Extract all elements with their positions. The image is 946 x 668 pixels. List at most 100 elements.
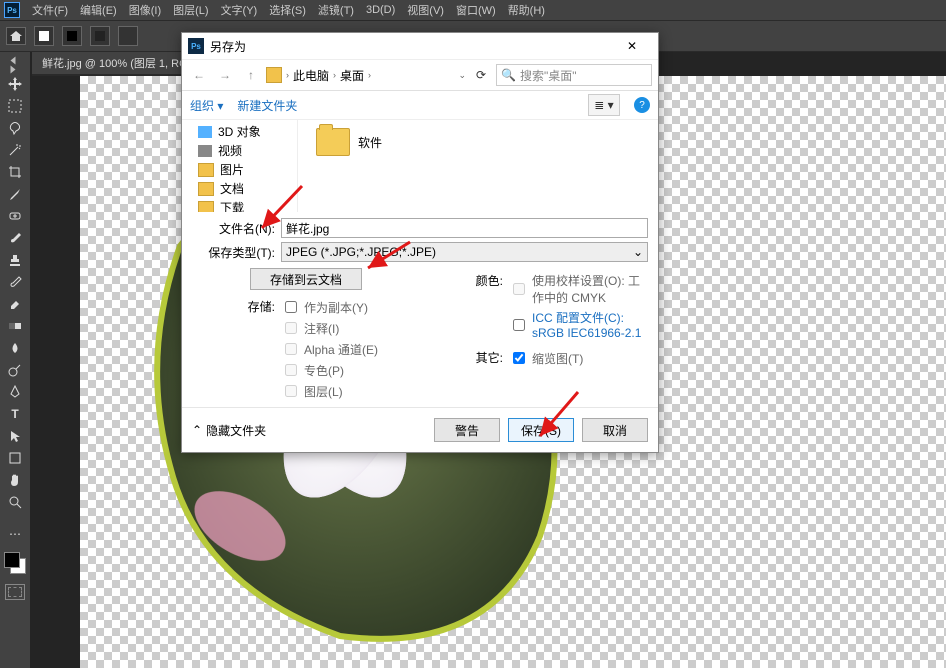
- tree-video[interactable]: 视频: [182, 141, 297, 160]
- menu-select[interactable]: 选择(S): [263, 2, 312, 18]
- move-tool[interactable]: [5, 74, 25, 94]
- gradient-tool[interactable]: [5, 316, 25, 336]
- path-select-tool[interactable]: [5, 426, 25, 446]
- dialog-navbar: ← → ↑ › 此电脑 › 桌面 › ⌄ ⟳ 🔍 搜索"桌面": [182, 59, 658, 91]
- opt-copy[interactable]: 作为副本(Y): [281, 298, 420, 316]
- edit-toolbar-icon[interactable]: ⋯: [5, 524, 25, 544]
- lasso-tool[interactable]: [5, 118, 25, 138]
- menu-3d[interactable]: 3D(D): [360, 4, 401, 16]
- opt-notes: 注释(I): [281, 319, 420, 337]
- dodge-tool[interactable]: [5, 360, 25, 380]
- zoom-tool[interactable]: [5, 492, 25, 512]
- dialog-footer: ⌃ 隐藏文件夹 警告 保存(S) 取消: [182, 407, 658, 452]
- search-icon: 🔍: [501, 68, 516, 82]
- crumb-desktop: 桌面: [340, 67, 364, 84]
- tree-download[interactable]: 下载: [182, 198, 297, 212]
- filename-label: 文件名(N):: [192, 220, 281, 237]
- filename-input[interactable]: 鲜花.jpg: [281, 218, 648, 238]
- other-label: 其它:: [420, 349, 509, 366]
- file-item-software[interactable]: 软件: [316, 128, 382, 156]
- filetype-label: 保存类型(T):: [192, 244, 281, 261]
- file-list-area[interactable]: 软件: [298, 120, 658, 212]
- heal-tool[interactable]: [5, 206, 25, 226]
- cancel-button[interactable]: 取消: [582, 418, 648, 442]
- ps-logo-icon: Ps: [4, 2, 20, 18]
- collapse-left-icon[interactable]: [11, 57, 16, 65]
- nav-up-icon[interactable]: ↑: [240, 64, 262, 86]
- dialog-toolbar: 组织 ▾ 新建文件夹 ≣ ▾ ?: [182, 91, 658, 120]
- ps-dialog-icon: Ps: [188, 38, 204, 54]
- opt-icc[interactable]: ICC 配置文件(C):sRGB IEC61966-2.1: [509, 309, 648, 340]
- filetype-combo[interactable]: JPEG (*.JPG;*.JPEG;*.JPE)⌄: [281, 242, 648, 262]
- save-to-cloud-button[interactable]: 存储到云文档: [250, 268, 362, 290]
- close-icon[interactable]: ✕: [612, 35, 652, 57]
- menu-image[interactable]: 图像(I): [123, 2, 167, 18]
- home-icon[interactable]: [6, 27, 26, 45]
- refresh-icon[interactable]: ⟳: [470, 64, 492, 86]
- chevron-down-icon[interactable]: ⌄: [458, 70, 466, 81]
- folder-tree: 3D 对象 视频 图片 文档 下载 音乐 桌面: [182, 120, 298, 212]
- chevron-down-icon: ⌃: [192, 423, 202, 437]
- save-as-dialog: Ps 另存为 ✕ ← → ↑ › 此电脑 › 桌面 › ⌄ ⟳ 🔍 搜索"桌面"…: [181, 32, 659, 453]
- search-input[interactable]: 🔍 搜索"桌面": [496, 64, 652, 86]
- opt-layers: 图层(L): [281, 382, 420, 400]
- options-swatch-3[interactable]: [90, 26, 110, 46]
- search-placeholder: 搜索"桌面": [520, 67, 577, 84]
- ps-menubar: Ps 文件(F) 编辑(E) 图像(I) 图层(L) 文字(Y) 选择(S) 滤…: [0, 0, 946, 20]
- history-brush-tool[interactable]: [5, 272, 25, 292]
- opt-proof: 使用校样设置(O): 工作中的 CMYK: [509, 272, 648, 306]
- wand-tool[interactable]: [5, 140, 25, 160]
- chevron-right-icon: ›: [286, 70, 289, 80]
- menu-edit[interactable]: 编辑(E): [74, 2, 123, 18]
- folder-icon: [316, 128, 350, 156]
- tree-docs[interactable]: 文档: [182, 179, 297, 198]
- opt-spot: 专色(P): [281, 361, 420, 379]
- store-label: 存储:: [192, 298, 281, 315]
- menu-view[interactable]: 视图(V): [401, 2, 450, 18]
- color-swatches[interactable]: [4, 552, 26, 574]
- ps-tool-panel: T ⋯: [0, 52, 30, 668]
- crumb-pc: 此电脑: [293, 67, 329, 84]
- menu-layer[interactable]: 图层(L): [167, 2, 214, 18]
- help-icon[interactable]: ?: [634, 97, 650, 113]
- opt-alpha: Alpha 通道(E): [281, 340, 420, 358]
- chevron-right-icon: ›: [333, 70, 336, 80]
- stamp-tool[interactable]: [5, 250, 25, 270]
- brush-tool[interactable]: [5, 228, 25, 248]
- crop-tool[interactable]: [5, 162, 25, 182]
- menu-help[interactable]: 帮助(H): [502, 2, 551, 18]
- shape-tool[interactable]: [5, 448, 25, 468]
- hand-tool[interactable]: [5, 470, 25, 490]
- menu-window[interactable]: 窗口(W): [450, 2, 502, 18]
- quickmask-icon[interactable]: [5, 584, 25, 600]
- pen-tool[interactable]: [5, 382, 25, 402]
- menu-file[interactable]: 文件(F): [26, 2, 74, 18]
- view-mode-button[interactable]: ≣ ▾: [588, 94, 620, 116]
- nav-back-icon[interactable]: ←: [188, 64, 210, 86]
- organize-button[interactable]: 组织 ▾: [190, 97, 223, 114]
- breadcrumb[interactable]: › 此电脑 › 桌面 › ⌄ ⟳: [266, 64, 492, 86]
- options-swatch-2[interactable]: [62, 26, 82, 46]
- chevron-right-icon: ›: [368, 70, 371, 80]
- eyedropper-tool[interactable]: [5, 184, 25, 204]
- chevron-down-icon: ⌄: [633, 245, 643, 259]
- file-item-label: 软件: [358, 134, 382, 151]
- eraser-tool[interactable]: [5, 294, 25, 314]
- options-swatch-1[interactable]: [34, 26, 54, 46]
- warning-button[interactable]: 警告: [434, 418, 500, 442]
- marquee-tool[interactable]: [5, 96, 25, 116]
- save-button[interactable]: 保存(S): [508, 418, 574, 442]
- options-swatch-4[interactable]: [118, 26, 138, 46]
- opt-thumb[interactable]: 缩览图(T): [509, 349, 648, 367]
- tree-3d[interactable]: 3D 对象: [182, 122, 297, 141]
- type-tool[interactable]: T: [5, 404, 25, 424]
- dialog-title-text: 另存为: [210, 38, 246, 55]
- hide-folders-toggle[interactable]: ⌃ 隐藏文件夹: [192, 422, 266, 439]
- color-label: 颜色:: [420, 272, 509, 289]
- menu-filter[interactable]: 滤镜(T): [312, 2, 360, 18]
- collapse-right-icon[interactable]: [11, 66, 16, 74]
- newfolder-button[interactable]: 新建文件夹: [237, 97, 297, 114]
- menu-type[interactable]: 文字(Y): [215, 2, 264, 18]
- blur-tool[interactable]: [5, 338, 25, 358]
- tree-picture[interactable]: 图片: [182, 160, 297, 179]
